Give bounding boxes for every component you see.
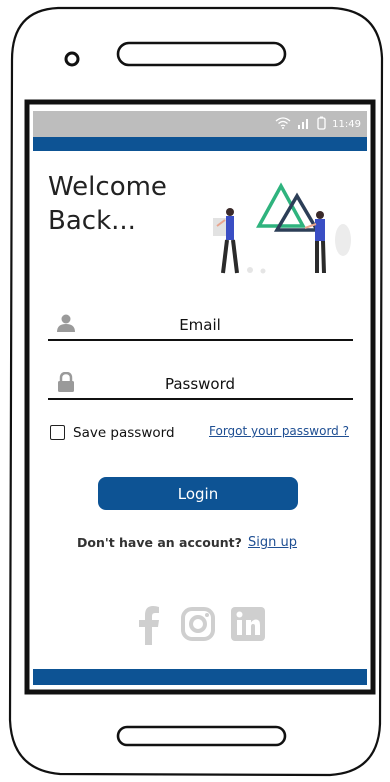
wifi-icon <box>275 116 291 132</box>
instagram-icon[interactable] <box>180 606 216 646</box>
save-password-checkbox[interactable] <box>50 425 65 440</box>
password-field[interactable]: Password <box>48 375 352 393</box>
status-time: 11:49 <box>332 118 361 130</box>
header-strip <box>33 137 367 151</box>
forgot-password-link[interactable]: Forgot your password ? <box>209 424 349 438</box>
email-field[interactable]: Email <box>48 316 352 334</box>
no-account-text: Don't have an account? <box>77 535 242 550</box>
signup-link[interactable]: Sign up <box>248 535 297 550</box>
footer-strip <box>33 669 367 685</box>
password-underline <box>48 398 353 400</box>
battery-icon <box>317 116 326 133</box>
status-bar: 11:49 <box>33 111 367 137</box>
save-password-label: Save password <box>73 425 175 441</box>
signal-icon <box>297 117 311 132</box>
facebook-icon[interactable] <box>136 605 162 649</box>
linkedin-icon[interactable] <box>230 606 266 646</box>
page-title: Welcome Back... <box>48 172 167 236</box>
email-underline <box>48 339 353 341</box>
login-button[interactable]: Login <box>98 477 298 510</box>
welcome-illustration <box>213 182 351 274</box>
